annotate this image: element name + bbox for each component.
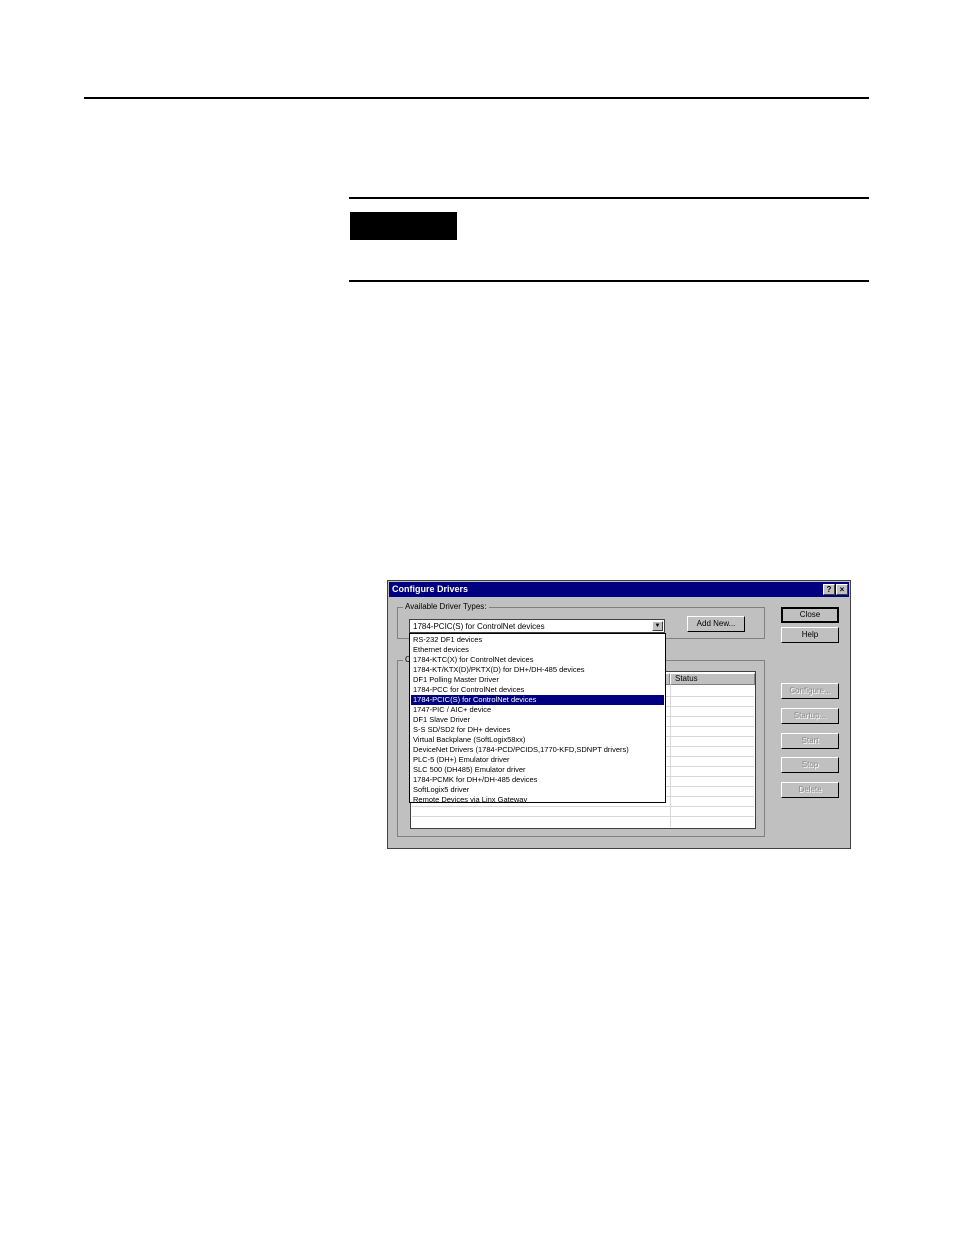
note-top-rule	[349, 197, 869, 199]
row-line	[412, 816, 754, 817]
help-label: Help	[801, 630, 819, 639]
row-line	[412, 806, 754, 807]
start-label: Start	[801, 736, 819, 745]
configure-drivers-dialog: Configure Drivers ? × Available Driver T…	[387, 580, 851, 849]
add-new-label: Add New...	[696, 619, 736, 628]
configure-label: Configure...	[789, 686, 831, 695]
page-header-rule	[84, 97, 869, 99]
list-item[interactable]: PLC-5 (DH+) Emulator driver	[411, 755, 664, 765]
startup-label: Startup...	[793, 711, 827, 720]
add-new-button[interactable]: Add New...	[687, 616, 745, 632]
list-item[interactable]: 1784-KT/KTX(D)/PKTX(D) for DH+/DH-485 de…	[411, 665, 664, 675]
list-item[interactable]: 1747-PIC / AIC+ device	[411, 705, 664, 715]
list-item[interactable]: Ethernet devices	[411, 645, 664, 655]
list-item[interactable]: 1784-PCMK for DH+/DH-485 devices	[411, 775, 664, 785]
list-item[interactable]: SoftLogix5 driver	[411, 785, 664, 795]
list-item[interactable]: DF1 Polling Master Driver	[411, 675, 664, 685]
list-item[interactable]: RS-232 DF1 devices	[411, 635, 664, 645]
note-label-box	[350, 212, 457, 240]
list-item[interactable]: 1784-KTC(X) for ControlNet devices	[411, 655, 664, 665]
dialog-title: Configure Drivers	[392, 584, 469, 594]
list-item[interactable]: Virtual Backplane (SoftLogix58xx)	[411, 735, 664, 745]
start-button[interactable]: Start	[781, 733, 839, 749]
list-item[interactable]: DF1 Slave Driver	[411, 715, 664, 725]
close-label: Close	[799, 610, 821, 619]
stop-label: Stop	[801, 760, 819, 769]
context-help-button[interactable]: ?	[823, 584, 835, 595]
list-item[interactable]: SLC 500 (DH485) Emulator driver	[411, 765, 664, 775]
chevron-down-icon[interactable]: ▼	[652, 621, 663, 631]
delete-button[interactable]: Delete	[781, 782, 839, 798]
configure-button[interactable]: Configure...	[781, 683, 839, 699]
title-bar: Configure Drivers ? ×	[389, 582, 849, 597]
note-bottom-rule	[349, 280, 869, 282]
close-button[interactable]: Close	[781, 607, 839, 623]
list-item-selected[interactable]: 1784-PCIC(S) for ControlNet devices	[411, 695, 664, 705]
list-item[interactable]: 1784-PCC for ControlNet devices	[411, 685, 664, 695]
selected-driver-text: 1784-PCIC(S) for ControlNet devices	[413, 622, 545, 631]
driver-type-dropdown-list[interactable]: RS-232 DF1 devices Ethernet devices 1784…	[409, 633, 666, 803]
available-driver-types-label: Available Driver Types:	[403, 602, 489, 611]
column-header-status[interactable]: Status	[670, 673, 755, 685]
list-item[interactable]: S-S SD/SD2 for DH+ devices	[411, 725, 664, 735]
delete-label: Delete	[798, 785, 822, 794]
list-item[interactable]: DeviceNet Drivers (1784-PCD/PCIDS,1770-K…	[411, 745, 664, 755]
close-window-button[interactable]: ×	[836, 584, 848, 595]
stop-button[interactable]: Stop	[781, 757, 839, 773]
list-item[interactable]: Remote Devices via Linx Gateway	[411, 795, 664, 802]
startup-button[interactable]: Startup...	[781, 708, 839, 724]
driver-type-combo[interactable]: 1784-PCIC(S) for ControlNet devices ▼	[409, 619, 665, 633]
help-button[interactable]: Help	[781, 627, 839, 643]
